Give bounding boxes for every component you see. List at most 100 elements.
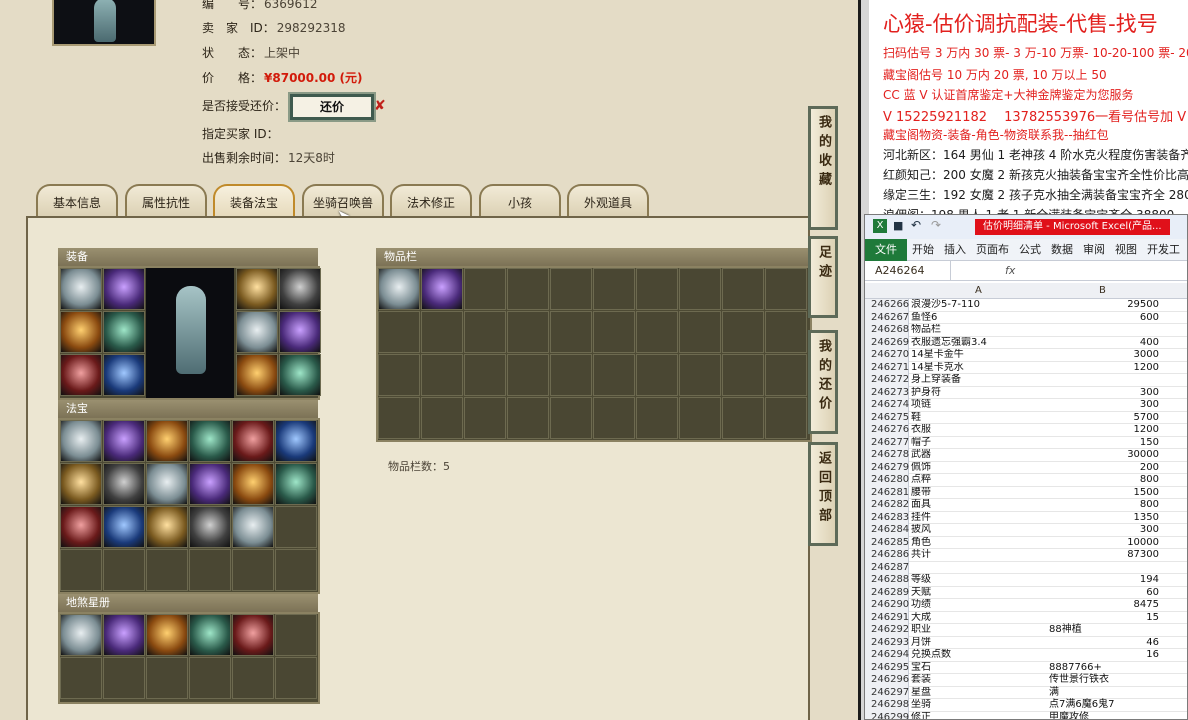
star-book-item[interactable] [232, 614, 274, 656]
cell-a[interactable]: 坐骑 [911, 699, 1047, 712]
row-number[interactable]: 246273 [865, 386, 909, 399]
cell-a[interactable]: 共计 [911, 549, 1047, 562]
row-number[interactable]: 246283 [865, 511, 909, 524]
row-number[interactable]: 246287 [865, 561, 909, 574]
cell-a[interactable]: 佩饰 [911, 462, 1047, 475]
equipment-item[interactable] [60, 311, 102, 353]
row-number[interactable]: 246297 [865, 686, 909, 699]
ribbon-tab-2[interactable]: 插入 [939, 239, 971, 261]
tab-4[interactable]: 法术修正 [390, 184, 472, 220]
cell-a[interactable]: 物品栏 [911, 324, 1047, 337]
row-number[interactable]: 246268 [865, 324, 909, 337]
cell-b[interactable]: 46 [1047, 637, 1159, 650]
tab-5[interactable]: 小孩 [479, 184, 561, 220]
row-number[interactable]: 246282 [865, 499, 909, 512]
row-number[interactable]: 246274 [865, 399, 909, 412]
cell-a[interactable]: 点粹 [911, 474, 1047, 487]
cell-a[interactable]: 鱼怪6 [911, 312, 1047, 325]
row-number[interactable]: 246284 [865, 524, 909, 537]
cell-b[interactable]: 150 [1047, 437, 1159, 450]
cell-a[interactable]: 宝石 [911, 662, 1047, 675]
equipment-item[interactable] [60, 268, 102, 310]
cell-a[interactable]: 腰带 [911, 487, 1047, 500]
cell-a[interactable]: 面具 [911, 499, 1047, 512]
cell-b[interactable]: 1200 [1047, 362, 1159, 375]
treasure-item[interactable] [146, 420, 188, 462]
inventory-item[interactable] [378, 268, 420, 310]
tab-1[interactable]: 属性抗性 [125, 184, 207, 220]
equipment-item[interactable] [236, 268, 278, 310]
side-button-3[interactable]: 返回顶部 [808, 442, 838, 546]
star-book-item[interactable] [146, 614, 188, 656]
cell-b[interactable]: 300 [1047, 399, 1159, 412]
cell-a[interactable]: 天赋 [911, 587, 1047, 600]
cell-a[interactable]: 套装 [911, 674, 1047, 687]
equipment-item[interactable] [103, 268, 145, 310]
save-icon[interactable]: ■ [893, 219, 903, 232]
side-button-2[interactable]: 我的还价 [808, 330, 838, 434]
cell-b[interactable]: 30000 [1047, 449, 1159, 462]
ribbon-tab-4[interactable]: 公式 [1014, 239, 1046, 261]
row-number[interactable]: 246270 [865, 349, 909, 362]
column-header-a[interactable]: A [975, 283, 982, 299]
row-number[interactable]: 246292 [865, 624, 909, 637]
cell-a[interactable]: 护身符 [911, 387, 1047, 400]
equipment-item[interactable] [279, 268, 321, 310]
row-number[interactable]: 246267 [865, 311, 909, 324]
row-number[interactable]: 246278 [865, 449, 909, 462]
cell-b[interactable]: 甲魔攻修 [1047, 712, 1159, 720]
treasure-item[interactable] [146, 463, 188, 505]
cell-a[interactable]: 月饼 [911, 637, 1047, 650]
row-number[interactable]: 246277 [865, 436, 909, 449]
redo-icon[interactable]: ↷ [931, 218, 941, 232]
ribbon-tab-6[interactable]: 审阅 [1078, 239, 1110, 261]
cell-b[interactable]: 8475 [1047, 599, 1159, 612]
row-number[interactable]: 246281 [865, 486, 909, 499]
star-book-item[interactable] [60, 614, 102, 656]
tab-0[interactable]: 基本信息 [36, 184, 118, 220]
side-button-0[interactable]: 我的收藏 [808, 106, 838, 230]
equipment-item[interactable] [236, 311, 278, 353]
row-number[interactable]: 246280 [865, 474, 909, 487]
cell-b[interactable]: 16 [1047, 649, 1159, 662]
row-number[interactable]: 246299 [865, 711, 909, 719]
cell-a[interactable]: 功绩 [911, 599, 1047, 612]
cell-b[interactable]: 5700 [1047, 412, 1159, 425]
treasure-item[interactable] [103, 463, 145, 505]
row-number[interactable]: 246295 [865, 661, 909, 674]
treasure-item[interactable] [232, 420, 274, 462]
treasure-item[interactable] [60, 420, 102, 462]
row-number[interactable]: 246296 [865, 674, 909, 687]
cell-a[interactable]: 帽子 [911, 437, 1047, 450]
cell-b[interactable]: 200 [1047, 462, 1159, 475]
ribbon-tab-0[interactable]: 文件 [865, 239, 907, 261]
row-number[interactable]: 246288 [865, 574, 909, 587]
name-box[interactable]: A246264 [875, 261, 951, 281]
treasure-item[interactable] [103, 420, 145, 462]
tab-2[interactable]: 装备法宝 [213, 184, 295, 220]
ribbon-tab-1[interactable]: 开始 [907, 239, 939, 261]
cell-a[interactable]: 武器 [911, 449, 1047, 462]
cell-a[interactable]: 大成 [911, 612, 1047, 625]
equipment-item[interactable] [279, 311, 321, 353]
row-number[interactable]: 246286 [865, 549, 909, 562]
counter-offer-button[interactable]: 还价 [290, 94, 374, 120]
cell-a[interactable]: 鞋 [911, 412, 1047, 425]
cell-a[interactable]: 职业 [911, 624, 1047, 637]
column-header-b[interactable]: B [1099, 283, 1106, 299]
side-button-1[interactable]: 足迹 [808, 236, 838, 318]
cell-a[interactable]: 14星卡金牛 [911, 349, 1047, 362]
cell-a[interactable]: 衣服 [911, 424, 1047, 437]
treasure-item[interactable] [60, 506, 102, 548]
close-icon[interactable]: ✘ [374, 98, 386, 114]
ribbon-tab-3[interactable]: 页面布 [971, 239, 1014, 261]
ribbon-tab-7[interactable]: 视图 [1110, 239, 1142, 261]
cell-b[interactable]: 8887766+ [1047, 662, 1159, 675]
star-book-item[interactable] [103, 614, 145, 656]
cell-b[interactable]: 194 [1047, 574, 1159, 587]
ribbon-tab-8[interactable]: 开发工 [1142, 239, 1185, 261]
row-number[interactable]: 246291 [865, 611, 909, 624]
row-number[interactable]: 246276 [865, 424, 909, 437]
cell-b[interactable]: 60 [1047, 587, 1159, 600]
treasure-item[interactable] [232, 506, 274, 548]
